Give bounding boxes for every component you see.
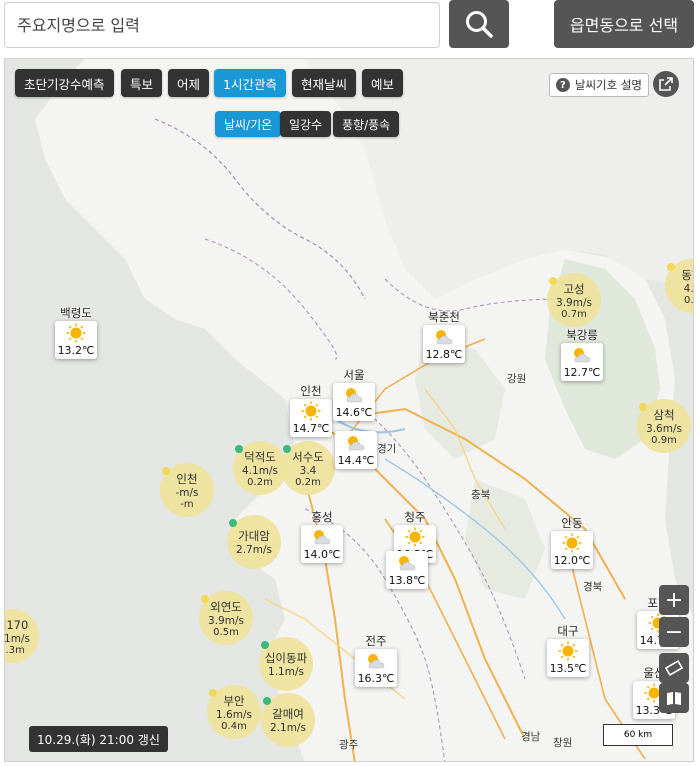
sun-icon xyxy=(405,527,425,547)
station-daejeon[interactable]: 13.8℃ xyxy=(386,551,428,589)
buoy-seosudo[interactable]: 서수도 3.4 0.2m xyxy=(281,441,335,495)
update-timestamp: 10.29.(화) 21:00 갱신 xyxy=(29,726,168,752)
layers-button[interactable] xyxy=(659,683,689,713)
station-jeonju[interactable]: 전주 16.3℃ xyxy=(355,633,397,687)
measure-button[interactable] xyxy=(659,653,689,683)
station-daegu[interactable]: 대구 13.5℃ xyxy=(547,623,589,677)
station-bukgangneung[interactable]: 북강릉 12.7℃ xyxy=(561,327,603,381)
sun-icon xyxy=(562,533,582,553)
subtab-weather-temp[interactable]: 날씨/기온 xyxy=(215,111,282,137)
tab-forecast[interactable]: 예보 xyxy=(362,69,404,97)
partly-cloudy-icon xyxy=(399,556,416,571)
region-select-button[interactable]: 읍면동으로 선택 xyxy=(554,0,694,48)
ruler-icon xyxy=(665,659,683,677)
station-hongseong[interactable]: 홍성 14.0℃ xyxy=(301,509,343,563)
zoom-in-button[interactable]: + xyxy=(659,585,689,615)
region-label-gyeongnam: 경남 xyxy=(521,731,541,743)
buoy-gadaeam[interactable]: 가대암 2.7m/s xyxy=(227,515,281,569)
subtab-daily-rain[interactable]: 일강수 xyxy=(280,111,332,137)
buoy-goseong[interactable]: 고성 3.9m/s 0.7m xyxy=(547,273,601,327)
partly-cloudy-icon xyxy=(314,530,331,545)
region-label-gyeonggi: 경기 xyxy=(377,443,397,455)
sun-icon xyxy=(558,641,578,661)
tab-nowcast[interactable]: 초단기강수예측 xyxy=(15,69,114,97)
partly-cloudy-icon xyxy=(574,348,591,363)
city-label-changwon: 창원 xyxy=(553,737,573,749)
top-bar: 읍면동으로 선택 xyxy=(0,0,700,58)
share-button[interactable] xyxy=(653,71,679,97)
legend-label: 날씨기호 설명 xyxy=(574,78,642,92)
book-icon xyxy=(667,692,681,705)
partly-cloudy-icon xyxy=(436,330,453,345)
tab-current-weather[interactable]: 현재날씨 xyxy=(292,69,357,97)
station-gyeonggi[interactable]: 14.4℃ xyxy=(335,431,377,469)
partly-cloudy-icon xyxy=(368,654,385,669)
station-baengnyeongdo[interactable]: 백령도 13.2℃ xyxy=(55,305,97,359)
buoy-incheon[interactable]: 인천 -m/s -m xyxy=(160,463,214,517)
buoy-buan[interactable]: 부안 1.6m/s 0.4m xyxy=(207,685,261,739)
city-label-gwangju: 광주 xyxy=(339,739,359,751)
region-label-gangwon: 강원 xyxy=(507,373,527,385)
tab-hourly-obs[interactable]: 1시간관측 xyxy=(214,69,286,97)
search-input[interactable] xyxy=(4,2,440,48)
subtab-wind[interactable]: 풍향/풍속 xyxy=(333,111,400,137)
search-button[interactable] xyxy=(449,0,509,48)
tab-warnings[interactable]: 특보 xyxy=(121,69,163,97)
buoy-sipidongpa[interactable]: 십이동파 1.1m/s xyxy=(259,637,313,691)
help-icon: ? xyxy=(555,78,570,92)
station-incheon[interactable]: 인천 14.7℃ xyxy=(290,383,332,437)
weather-map[interactable]: 초단기강수예측 특보 어제 1시간관측 현재날씨 예보 날씨/기온 일강수 풍향… xyxy=(4,58,694,762)
sun-icon xyxy=(66,323,86,343)
region-label-chungbuk: 충북 xyxy=(471,489,491,501)
buoy-samcheok[interactable]: 삼척 3.6m/s 0.9m xyxy=(637,399,691,453)
partly-cloudy-icon xyxy=(348,436,365,451)
region-label-gyeongbuk: 경북 xyxy=(583,581,603,593)
partly-cloudy-icon xyxy=(346,388,363,403)
buoy-oeyeondo[interactable]: 외연도 3.9m/s 0.5m xyxy=(199,591,253,645)
station-seoul[interactable]: 서울 14.6℃ xyxy=(333,367,375,421)
station-andong[interactable]: 안동 12.0℃ xyxy=(551,515,593,569)
sun-icon xyxy=(301,401,321,421)
tab-yesterday[interactable]: 어제 xyxy=(168,69,210,97)
station-bukchuncheon[interactable]: 북춘천 12.8℃ xyxy=(423,309,465,363)
weather-symbol-legend-button[interactable]: ? 날씨기호 설명 xyxy=(548,73,649,97)
search-icon xyxy=(466,11,493,38)
external-link-icon xyxy=(659,77,673,91)
buoy-deokjeokdo[interactable]: 덕적도 4.1m/s 0.2m xyxy=(233,441,287,495)
zoom-out-button[interactable]: − xyxy=(659,617,689,647)
buoy-galmaeyeo[interactable]: 갈매여 2.1m/s xyxy=(261,693,315,747)
scale-bar: 60 km xyxy=(603,724,673,746)
